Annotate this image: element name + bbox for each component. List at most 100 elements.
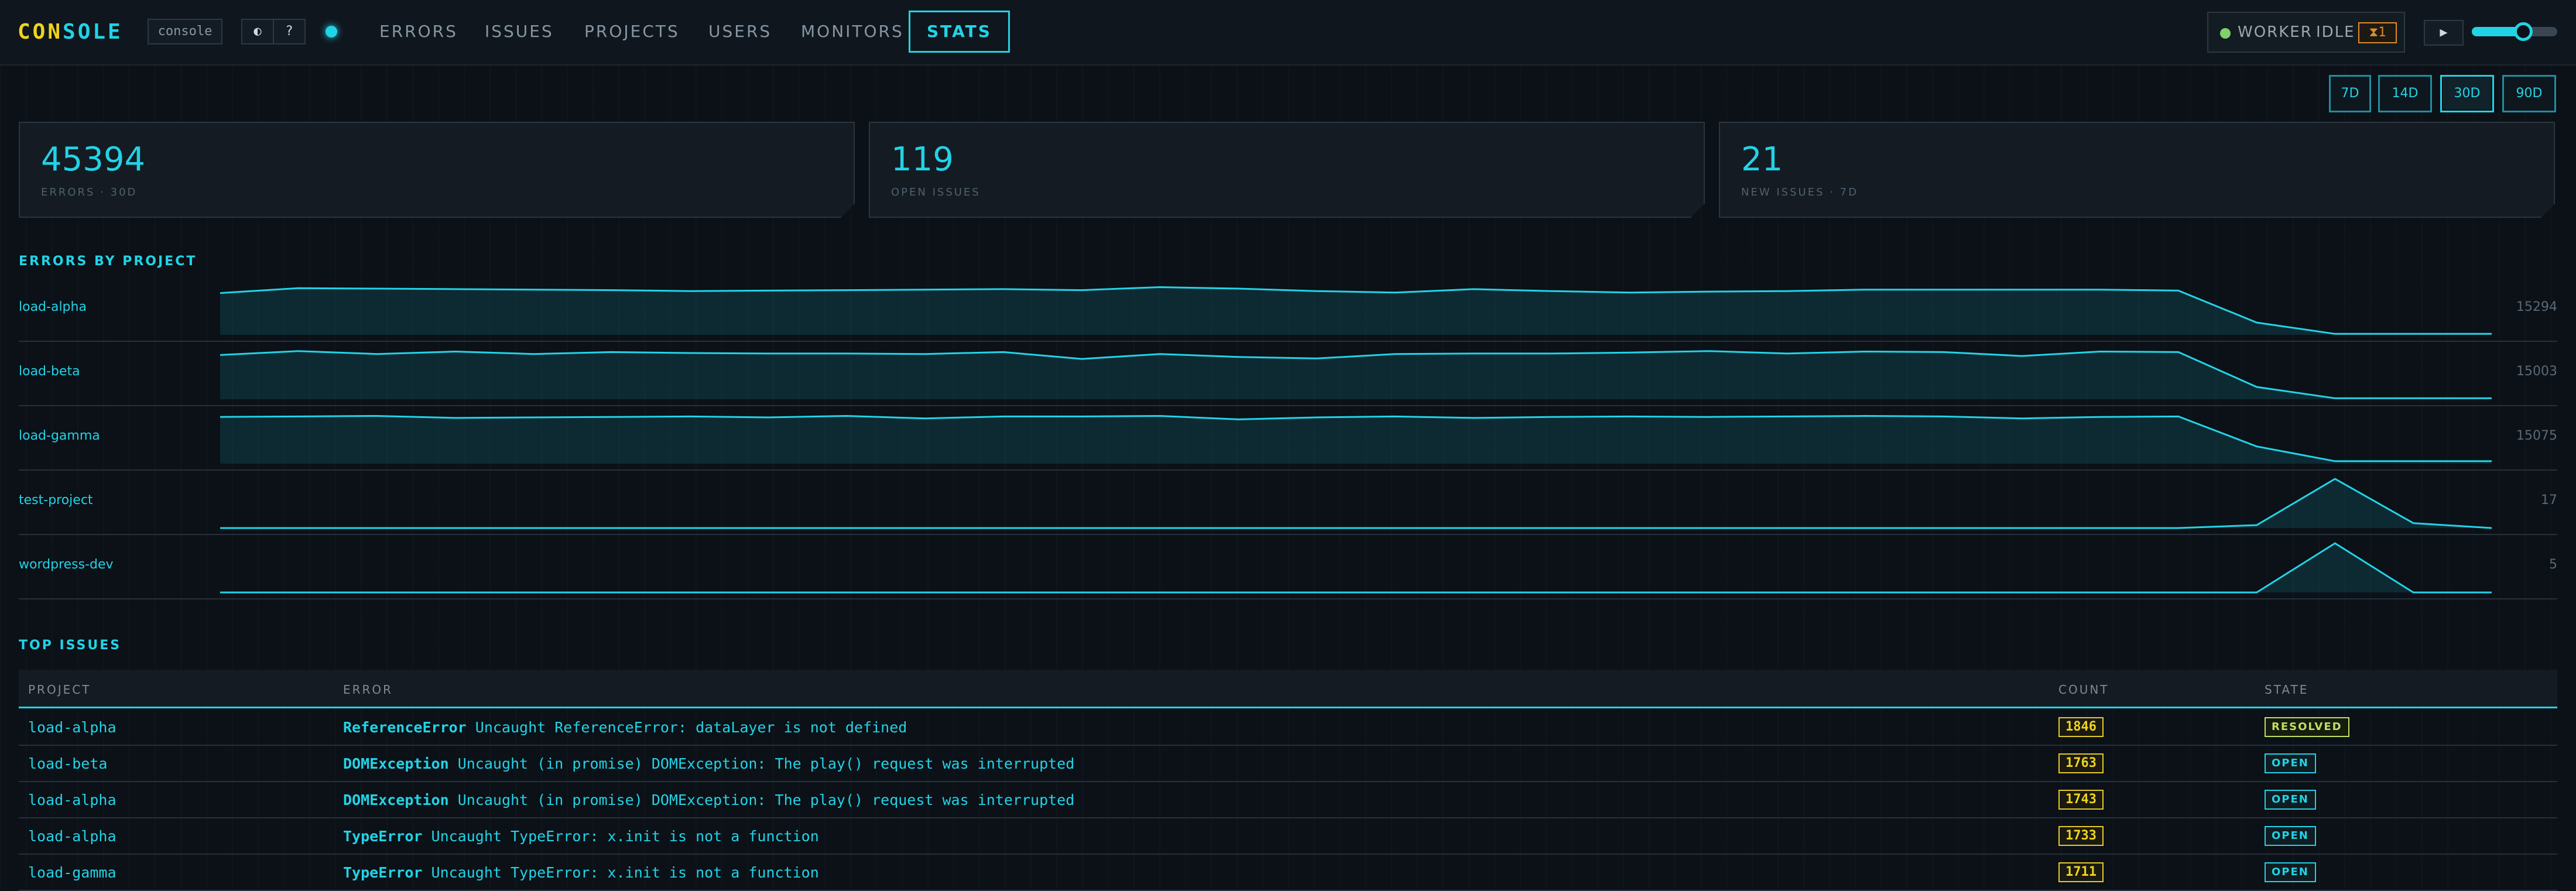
issue-error-type: DOMException: [343, 755, 449, 772]
issue-error[interactable]: ReferenceError Uncaught ReferenceError: …: [343, 719, 907, 736]
stat-card-open-issues: 119 OPEN ISSUES: [869, 122, 1705, 218]
issue-count-badge: 1733: [2058, 826, 2104, 846]
range-button-14d[interactable]: 14D: [2378, 75, 2432, 112]
top-bar: CONSOLE console ◐ ? ERRORS ISSUES PROJEC…: [0, 0, 2576, 66]
issue-count-badge: 1846: [2058, 717, 2104, 737]
project-total: 5: [2549, 557, 2557, 572]
range-button-90d[interactable]: 90D: [2502, 75, 2556, 112]
worker-label: WORKER: [2238, 23, 2313, 41]
issue-state-badge[interactable]: RESOLVED: [2265, 717, 2349, 737]
range-button-7d[interactable]: 7D: [2329, 75, 2371, 112]
issue-project[interactable]: load-beta: [28, 755, 107, 772]
sparkline-area: [220, 416, 2492, 464]
project-name[interactable]: wordpress-dev: [19, 557, 114, 572]
stat-card-errors: 45394 ERRORS · 30D: [19, 122, 855, 218]
errors-by-project-title: ERRORS BY PROJECT: [19, 254, 197, 269]
app-logo[interactable]: CONSOLE: [18, 18, 123, 47]
issue-error-message: Uncaught TypeError: x.init is not a func…: [431, 864, 819, 881]
issue-error-type: ReferenceError: [343, 719, 467, 736]
project-total: 15294: [2516, 300, 2557, 314]
nav-tab-projects[interactable]: PROJECTS: [568, 11, 696, 53]
speed-slider-handle[interactable]: [2513, 22, 2533, 41]
stat-value: 119: [891, 140, 954, 179]
stat-card-new-issues: 21 NEW ISSUES · 7D: [1719, 122, 2555, 218]
issue-error[interactable]: TypeError Uncaught TypeError: x.init is …: [343, 864, 819, 881]
stat-value: 21: [1741, 140, 1783, 179]
stat-label: OPEN ISSUES: [891, 186, 981, 198]
sparkline-area: [220, 287, 2492, 335]
issue-error-message: Uncaught TypeError: x.init is not a func…: [431, 828, 819, 845]
issue-project[interactable]: load-alpha: [28, 828, 117, 845]
worker-queue-badge: ⧗1: [2358, 22, 2397, 43]
issue-error-type: TypeError: [343, 864, 423, 881]
worker-status[interactable]: WORKER IDLE ⧗1: [2207, 12, 2405, 53]
project-name[interactable]: load-alpha: [19, 300, 87, 314]
issue-state-badge[interactable]: OPEN: [2265, 790, 2316, 810]
issue-error-type: TypeError: [343, 828, 423, 845]
column-header-error[interactable]: ERROR: [343, 683, 393, 697]
table-row[interactable]: load-alpha TypeError Uncaught TypeError: …: [19, 818, 2557, 855]
worker-status-dot: [2220, 28, 2231, 39]
project-row[interactable]: test-project 17: [19, 471, 2557, 535]
issue-state-badge[interactable]: OPEN: [2265, 862, 2316, 882]
project-total: 15003: [2516, 364, 2557, 379]
project-total: 17: [2541, 493, 2557, 508]
issue-count-badge: 1711: [2058, 862, 2104, 882]
project-sparkline: [220, 414, 2492, 464]
stat-label: ERRORS · 30D: [41, 186, 138, 198]
issue-count-badge: 1743: [2058, 790, 2104, 810]
table-header: PROJECT ERROR COUNT STATE: [19, 670, 2557, 708]
project-sparkline: [220, 478, 2492, 529]
table-row[interactable]: load-alpha ReferenceError Uncaught Refere…: [19, 710, 2557, 746]
logo-part-2: SOLE: [63, 20, 123, 44]
project-total: 15075: [2516, 429, 2557, 443]
issue-error[interactable]: DOMException Uncaught (in promise) DOMEx…: [343, 791, 1074, 808]
project-row[interactable]: load-gamma 15075: [19, 406, 2557, 471]
project-sparkline: [220, 286, 2492, 335]
nav-tab-monitors[interactable]: MONITORS: [785, 11, 920, 53]
issue-error[interactable]: DOMException Uncaught (in promise) DOMEx…: [343, 755, 1074, 772]
top-issues-title: TOP ISSUES: [19, 638, 122, 653]
env-badge[interactable]: console: [148, 19, 222, 44]
play-icon[interactable]: ▶: [2424, 20, 2464, 46]
speed-slider[interactable]: [2472, 22, 2557, 41]
issue-state-badge[interactable]: OPEN: [2265, 826, 2316, 846]
nav-tab-errors[interactable]: ERRORS: [363, 11, 474, 53]
nav-tab-stats[interactable]: STATS: [909, 11, 1010, 53]
sparkline-area: [220, 351, 2492, 399]
table-row[interactable]: load-beta DOMException Uncaught (in promi…: [19, 746, 2557, 782]
issue-project[interactable]: load-alpha: [28, 791, 117, 808]
logo-part-1: CON: [18, 20, 63, 44]
table-row[interactable]: load-alpha DOMException Uncaught (in prom…: [19, 782, 2557, 818]
worker-state: IDLE: [2316, 23, 2355, 41]
connection-status-dot: [326, 26, 337, 37]
nav-tab-users[interactable]: USERS: [692, 11, 788, 53]
column-header-state[interactable]: STATE: [2265, 683, 2308, 697]
stat-label: NEW ISSUES · 7D: [1741, 186, 1858, 198]
range-button-30d[interactable]: 30D: [2440, 75, 2494, 112]
project-sparkline: [220, 542, 2492, 594]
project-name[interactable]: load-beta: [19, 364, 80, 379]
project-row[interactable]: load-beta 15003: [19, 342, 2557, 406]
table-row[interactable]: load-gamma TypeError Uncaught TypeError: …: [19, 855, 2557, 891]
sparkline-line: [220, 542, 2492, 594]
issue-error-message: Uncaught (in promise) DOMException: The …: [457, 791, 1075, 808]
column-header-project[interactable]: PROJECT: [28, 683, 91, 697]
issue-error-type: DOMException: [343, 791, 449, 808]
sparkline-area: [220, 479, 2492, 528]
project-sparkline: [220, 350, 2492, 399]
issue-project[interactable]: load-gamma: [28, 864, 117, 881]
sparkline-line: [220, 478, 2492, 529]
project-row[interactable]: load-alpha 15294: [19, 277, 2557, 342]
theme-toggle-icon[interactable]: ◐: [241, 19, 274, 44]
project-row[interactable]: wordpress-dev 5: [19, 535, 2557, 599]
issue-state-badge[interactable]: OPEN: [2265, 753, 2316, 773]
column-header-count[interactable]: COUNT: [2058, 683, 2109, 697]
issue-project[interactable]: load-alpha: [28, 719, 117, 736]
help-icon[interactable]: ?: [273, 19, 306, 44]
project-name[interactable]: load-gamma: [19, 429, 100, 443]
sparkline-area: [220, 543, 2492, 592]
project-name[interactable]: test-project: [19, 493, 93, 508]
issue-error[interactable]: TypeError Uncaught TypeError: x.init is …: [343, 828, 819, 845]
nav-tab-issues[interactable]: ISSUES: [468, 11, 570, 53]
